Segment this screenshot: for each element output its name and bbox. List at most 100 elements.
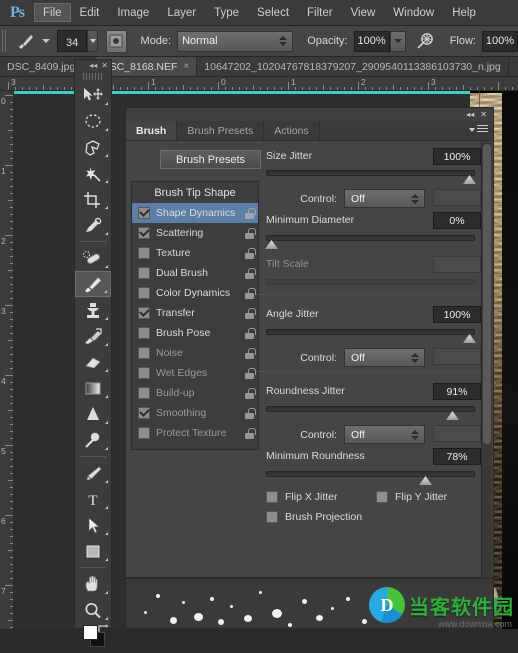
angle-jitter-slider[interactable] [266,329,476,343]
lock-icon[interactable] [245,307,256,319]
checkbox[interactable] [138,207,150,219]
brush-size-input[interactable]: 34 [56,30,88,52]
foreground-color-swatch[interactable] [83,625,98,640]
menu-item-help[interactable]: Help [443,3,485,22]
dodge-tool[interactable] [75,427,111,453]
size-jitter-control-extra[interactable] [433,189,481,206]
brush-presets-button[interactable]: Brush Presets [160,150,261,169]
checkbox[interactable] [138,327,150,339]
menu-item-layer[interactable]: Layer [158,3,205,22]
lock-icon[interactable] [245,247,256,259]
checkbox[interactable] [376,491,388,503]
close-icon[interactable]: × [183,61,189,72]
crop-tool[interactable] [75,186,111,212]
close-icon[interactable]: ✕ [101,62,108,70]
angle-jitter-knob[interactable] [463,334,476,343]
lock-icon[interactable] [245,227,256,239]
menu-item-window[interactable]: Window [384,3,443,22]
minimum-diameter-slider[interactable] [265,235,475,249]
checkbox[interactable] [138,347,150,359]
opacity-input[interactable]: 100% [353,30,390,52]
brush-option-transfer[interactable]: Transfer [132,303,258,323]
lock-icon[interactable] [245,407,256,419]
roundness-jitter-control-select[interactable]: Off [344,425,425,444]
checkbox[interactable] [266,511,278,523]
roundness-jitter-value[interactable]: 91% [433,383,481,400]
minimum-roundness-value[interactable]: 78% [433,448,481,465]
checkbox[interactable] [138,387,150,399]
lock-icon[interactable] [245,387,256,399]
brush-option-texture[interactable]: Texture [132,243,258,263]
opacity-dropdown-icon[interactable] [389,30,406,52]
lock-icon[interactable] [245,427,256,439]
menu-item-edit[interactable]: Edit [71,3,109,22]
angle-jitter-control-select[interactable]: Off [344,348,425,367]
magic-wand-tool[interactable] [75,160,111,186]
roundness-jitter-knob[interactable] [446,411,459,420]
lock-icon[interactable] [245,347,256,359]
document-tab-10647202[interactable]: 10647202_10204767818379207_2909540113386… [197,57,509,76]
blend-mode-select[interactable]: Normal [177,30,294,52]
tab-actions[interactable]: Actions [264,121,320,140]
menu-item-select[interactable]: Select [248,3,298,22]
minimum-diameter-value[interactable]: 0% [433,212,481,229]
flip-x-jitter-row[interactable]: Flip X Jitter [266,491,338,503]
eyedropper-tool[interactable] [75,212,111,238]
tools-panel-grip[interactable] [83,73,103,80]
clone-stamp-tool[interactable] [75,297,111,323]
angle-jitter-value[interactable]: 100% [433,306,481,323]
checkbox[interactable] [266,491,278,503]
path-selection-tool[interactable] [75,512,111,538]
collapse-icon[interactable]: ◂◂ [466,110,474,119]
menu-item-view[interactable]: View [342,3,385,22]
checkbox[interactable] [138,247,150,259]
size-jitter-slider[interactable] [266,170,476,184]
menu-item-file[interactable]: File [34,3,71,22]
hand-tool[interactable] [75,571,111,597]
checkbox[interactable] [138,427,150,439]
flip-y-jitter-row[interactable]: Flip Y Jitter [376,491,447,503]
menu-item-filter[interactable]: Filter [298,3,342,22]
tab-brush-presets[interactable]: Brush Presets [177,121,265,140]
tab-brush[interactable]: Brush [126,121,178,140]
blur-tool[interactable] [75,401,111,427]
lock-icon[interactable] [245,287,256,299]
options-bar-grip[interactable] [2,30,8,52]
minimum-diameter-knob[interactable] [265,240,278,249]
checkbox[interactable] [138,267,150,279]
brush-preset-picker-icon[interactable] [106,29,127,53]
lock-icon[interactable] [245,327,256,339]
gradient-tool[interactable] [75,375,111,401]
collapse-icon[interactable]: ◂◂ [89,62,97,70]
rectangle-tool[interactable] [75,538,111,564]
spot-healing-brush-tool[interactable] [75,245,111,271]
brush-options-caret-icon[interactable] [41,39,50,43]
brush-option-scattering[interactable]: Scattering [132,223,258,243]
brush-projection-row[interactable]: Brush Projection [266,511,362,523]
scrollbar-thumb[interactable] [483,144,491,444]
panel-menu-icon[interactable] [469,125,488,134]
pen-tool[interactable] [75,460,111,486]
brush-tool[interactable] [75,271,111,297]
lasso-tool[interactable] [75,134,111,160]
checkbox[interactable] [138,367,150,379]
checkbox[interactable] [138,407,150,419]
brush-option-protect-texture[interactable]: Protect Texture [132,423,258,443]
eraser-tool[interactable] [75,349,111,375]
brush-option-dual-brush[interactable]: Dual Brush [132,263,258,283]
size-jitter-control-select[interactable]: Off [344,189,425,208]
zoom-tool[interactable] [75,597,111,623]
roundness-jitter-control-extra[interactable] [433,425,481,442]
menu-item-type[interactable]: Type [205,3,248,22]
brush-option-noise[interactable]: Noise [132,343,258,363]
menu-item-image[interactable]: Image [108,3,158,22]
swap-colors-icon[interactable] [97,623,109,635]
brush-option-build-up[interactable]: Build-up [132,383,258,403]
roundness-jitter-slider[interactable] [266,406,475,420]
close-icon[interactable]: ✕ [480,110,487,119]
checkbox[interactable] [138,287,150,299]
size-jitter-knob[interactable] [463,175,476,184]
brush-size-stepper[interactable] [87,30,99,52]
brush-option-wet-edges[interactable]: Wet Edges [132,363,258,383]
brush-option-color-dynamics[interactable]: Color Dynamics [132,283,258,303]
